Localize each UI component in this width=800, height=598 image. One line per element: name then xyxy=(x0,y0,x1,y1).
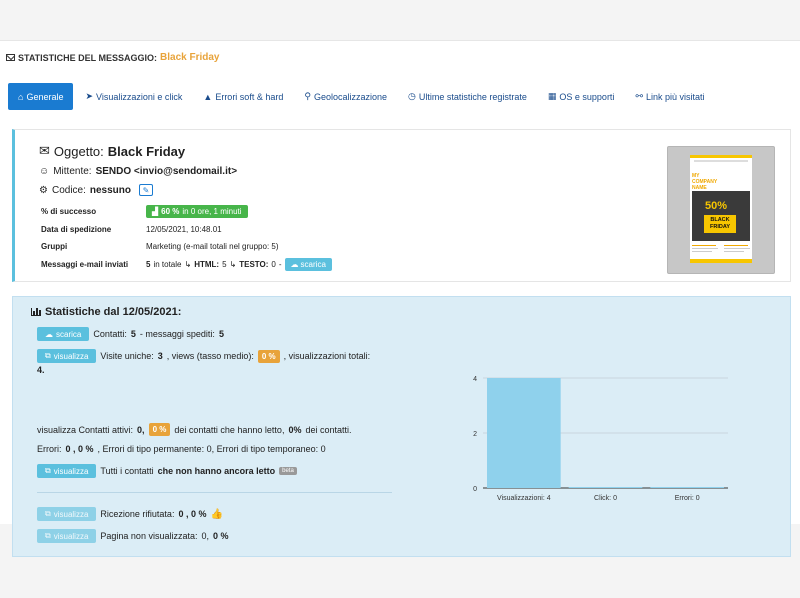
chart-x-tick-label: Click: 0 xyxy=(594,495,617,502)
chart-y-tick-label: 0 xyxy=(473,486,477,493)
code-line: ⚙ Codice: nessuno ✎ xyxy=(39,184,153,196)
newsletter-preview[interactable]: MY COMPANY NAME 50% BLACK FRIDAY xyxy=(667,146,775,274)
beta-badge: beta xyxy=(279,467,297,475)
map-marker-icon: ⚲ xyxy=(304,91,311,101)
subject-line: ✉ Oggetto: Black Friday xyxy=(39,143,185,159)
subitem-arrow-icon: ↳ xyxy=(229,260,237,269)
success-row: % di successo ▟ 60 % in 0 ore, 1 minuti xyxy=(41,205,248,218)
refused-line: ⧉ visualizza Ricezione rifiutata: 0 , 0 … xyxy=(37,507,223,521)
views-rate-badge: 0 % xyxy=(257,349,280,363)
tab-bar: ⌂ Generale ➤ Visualizzazioni e click ▲ E… xyxy=(8,83,717,110)
active-rate-badge: 0 % xyxy=(148,423,171,436)
cursor-icon: ➤ xyxy=(85,91,94,101)
page-title-prefix: STATISTICHE DEL MESSAGGIO: xyxy=(18,52,158,63)
date-row: Data di spedizione 12/05/2021, 10:48.01 xyxy=(41,225,222,234)
download-sent-button[interactable]: ☁ scarica xyxy=(284,258,332,271)
thumbs-up-icon: 👍 xyxy=(210,508,223,520)
groups-row: Gruppi Marketing (e-mail totali nel grup… xyxy=(41,242,279,251)
link-icon: ⚯ xyxy=(635,91,643,101)
external-link-icon: ⧉ xyxy=(45,466,51,475)
contacts-line: ☁ scarica Contatti: 5 - messaggi spediti… xyxy=(37,327,224,341)
sender-line: ☺ Mittente: SENDO <invio@sendomail.it> xyxy=(39,166,237,177)
chart-x-tick-label: Errori: 0 xyxy=(675,495,700,502)
not-viewed-line: ⧉ visualizza Pagina non visualizzata: 0,… xyxy=(37,529,229,543)
warning-icon: ▲ xyxy=(203,91,213,102)
subject-label: Oggetto: xyxy=(53,143,104,159)
sender-label: Mittente: xyxy=(53,166,92,177)
chart-y-tick-label: 4 xyxy=(473,376,477,383)
message-info-card: ✉ Oggetto: Black Friday ☺ Mittente: SEND… xyxy=(12,129,791,282)
divider xyxy=(37,492,392,493)
active-contacts-line: visualizza Contatti attivi: 0, 0 % dei c… xyxy=(37,423,352,436)
windows-icon: ▦ xyxy=(547,91,557,101)
chart-y-tick-label: 2 xyxy=(473,431,477,438)
tab-errori[interactable]: ▲ Errori soft & hard xyxy=(194,83,292,110)
preview-percent: 50% xyxy=(705,200,728,212)
tab-link-visitati[interactable]: ⚯ Link più visitati xyxy=(626,83,713,110)
chart-bar xyxy=(487,378,561,488)
total-views-value: 4. xyxy=(37,365,45,375)
success-badge: ▟ 60 % in 0 ore, 1 minuti xyxy=(146,205,248,218)
cloud-download-icon: ☁ xyxy=(290,260,299,269)
view-unread-button[interactable]: ⧉ visualizza xyxy=(37,464,97,478)
page-title-message-name: Black Friday xyxy=(160,52,220,63)
tab-generale[interactable]: ⌂ Generale xyxy=(8,83,74,110)
preview-hero: 50% BLACK FRIDAY xyxy=(692,191,750,241)
area-chart-icon: ▟ xyxy=(152,207,159,216)
preview-tag: BLACK FRIDAY xyxy=(704,215,736,233)
subject-value: Black Friday xyxy=(107,143,186,159)
sent-row: Messaggi e-mail inviati 5 in totale ↳ HT… xyxy=(41,258,332,271)
edit-code-button[interactable]: ✎ xyxy=(139,184,153,196)
envelope-icon xyxy=(6,54,15,61)
external-link-icon: ⧉ xyxy=(45,351,51,360)
stats-bar-chart: 0 2 4 Visualizzazioni: 4 Click: 0 Errori: 0 xyxy=(453,364,753,514)
view-refused-button[interactable]: ⧉ visualizza xyxy=(37,507,97,521)
external-link-icon: ⧉ xyxy=(45,509,51,518)
tab-visualizzazioni-click[interactable]: ➤ Visualizzazioni e click xyxy=(76,83,191,110)
tab-ultime-statistiche[interactable]: ◷ Ultime statistiche registrate xyxy=(399,83,536,110)
pencil-icon: ✎ xyxy=(142,185,150,195)
code-value: nessuno xyxy=(89,184,131,196)
code-label: Codice: xyxy=(51,184,86,196)
chart-bar xyxy=(650,487,724,488)
download-contacts-button[interactable]: ☁ scarica xyxy=(37,327,90,341)
unread-contacts-line: ⧉ visualizza Tutti i contatti che non ha… xyxy=(37,464,297,478)
user-icon: ☺ xyxy=(39,166,50,177)
chart-bar xyxy=(568,487,643,488)
errors-line: Errori: 0 , 0 %, Errori di tipo permanen… xyxy=(37,444,326,454)
statistics-title: Statistiche dal 12/05/2021: xyxy=(31,306,181,318)
view-not-viewed-button[interactable]: ⧉ visualizza xyxy=(37,529,97,543)
page: STATISTICHE DEL MESSAGGIO: Black Friday … xyxy=(0,40,800,557)
preview-company-name: MY COMPANY NAME xyxy=(692,173,718,191)
chart-x-tick-label: Visualizzazioni: 4 xyxy=(497,495,551,502)
bar-chart-icon xyxy=(31,308,41,316)
sender-value: SENDO <invio@sendomail.it> xyxy=(95,166,238,177)
external-link-icon: ⧉ xyxy=(45,531,51,540)
tab-os-supporti[interactable]: ▦ OS e supporti xyxy=(539,83,624,110)
unique-visits-line: ⧉ visualizza Visite uniche: 3, views (ta… xyxy=(37,349,370,363)
envelope-icon: ✉ xyxy=(39,143,50,158)
home-icon: ⌂ xyxy=(18,91,24,102)
chart-svg: 0 2 4 Visualizzazioni: 4 Click: 0 Errori: 0 xyxy=(473,376,728,502)
statistics-panel: Statistiche dal 12/05/2021: ☁ scarica Co… xyxy=(12,296,791,557)
view-visits-button[interactable]: ⧉ visualizza xyxy=(37,349,97,363)
clock-icon: ◷ xyxy=(407,91,416,101)
tab-geolocalizzazione[interactable]: ⚲ Geolocalizzazione xyxy=(295,83,396,110)
subitem-arrow-icon: ↳ xyxy=(184,260,192,269)
page-title: STATISTICHE DEL MESSAGGIO: Black Friday xyxy=(6,52,220,63)
newsletter-thumbnail: MY COMPANY NAME 50% BLACK FRIDAY xyxy=(690,155,752,263)
gear-icon: ⚙ xyxy=(39,184,48,196)
cloud-download-icon: ☁ xyxy=(45,329,53,339)
